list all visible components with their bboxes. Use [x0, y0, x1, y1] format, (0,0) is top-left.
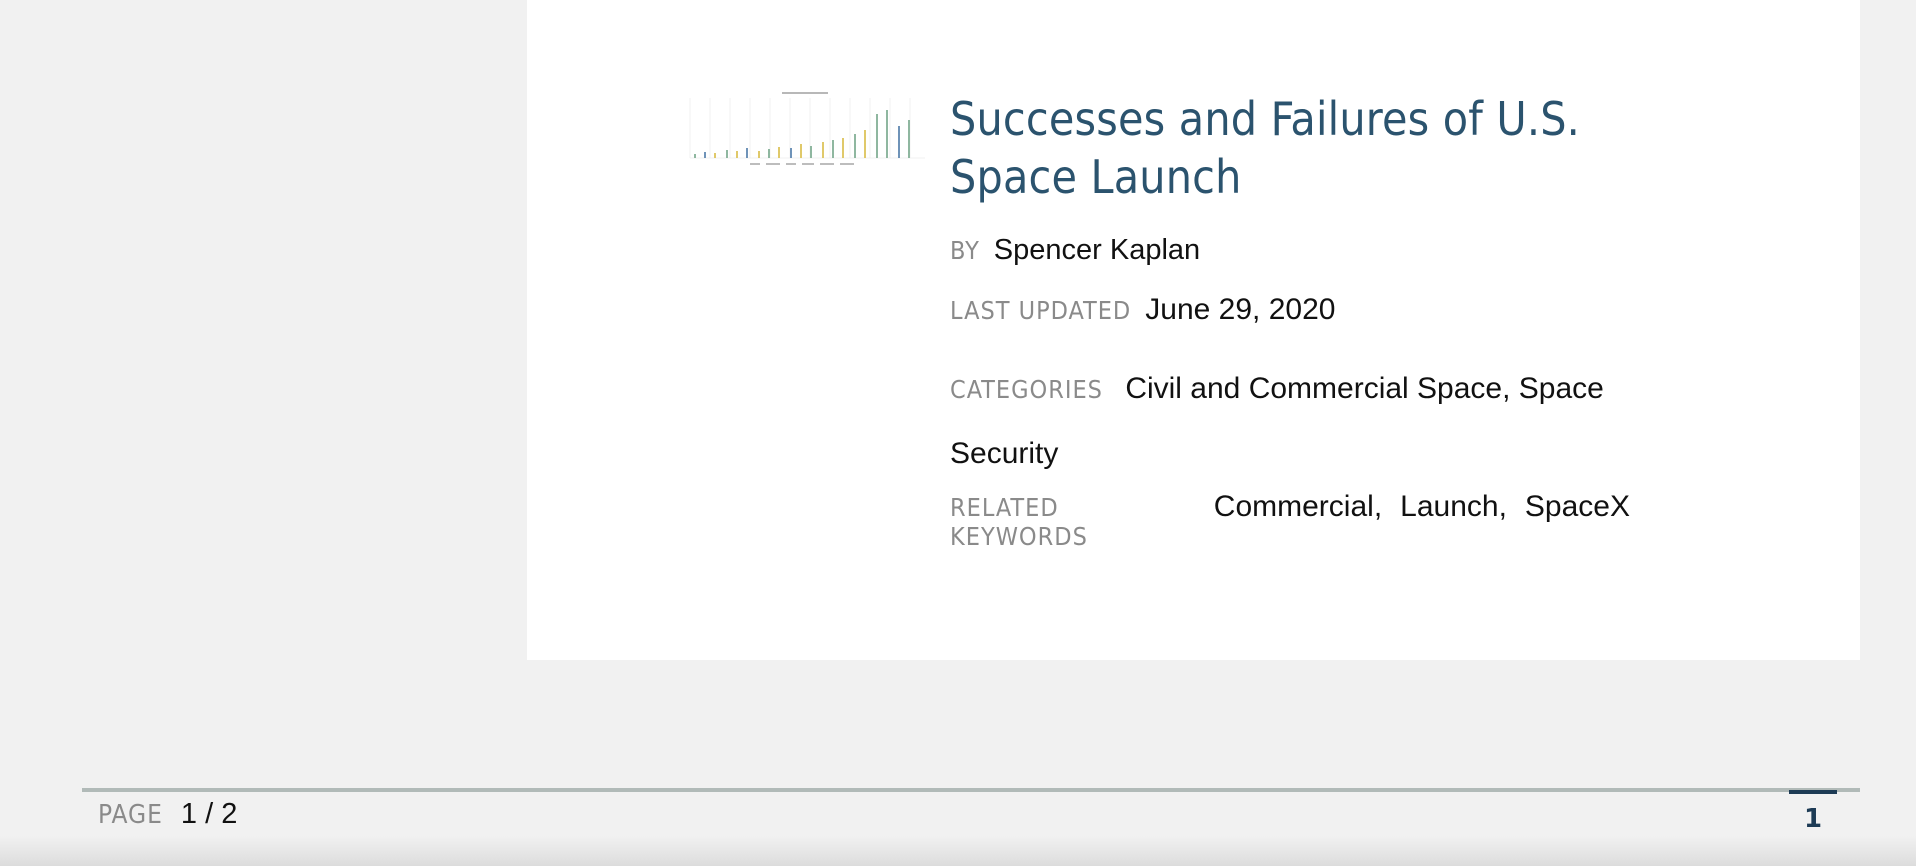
article-card: Successes and Failures of U.S. Space Lau…	[527, 0, 1860, 660]
chart-thumbnail[interactable]	[680, 90, 930, 170]
updated-date: June 29, 2020	[1145, 293, 1336, 326]
keyword-link[interactable]: SpaceX	[1525, 490, 1630, 524]
page-indicator: PAGE 1 / 2	[98, 798, 237, 831]
author-row: BY Spencer Kaplan	[950, 234, 1630, 267]
chart-thumbnail-image	[680, 90, 930, 170]
keywords-row: RELATED KEYWORDS Commercial, Launch, Spa…	[950, 490, 1630, 551]
article-title[interactable]: Successes and Failures of U.S. Space Lau…	[950, 90, 1630, 206]
author-name[interactable]: Spencer Kaplan	[994, 234, 1200, 267]
last-updated-label: LAST UPDATED	[950, 296, 1132, 325]
updated-row: LAST UPDATED June 29, 2020	[950, 293, 1630, 327]
categories-row: CATEGORIES Civil and Commercial Space, S…	[950, 357, 1630, 486]
categories-label: CATEGORIES	[950, 375, 1103, 404]
page-label: PAGE	[98, 800, 163, 830]
related-keywords-label: RELATED KEYWORDS	[950, 493, 1088, 551]
page-count: 1 / 2	[180, 798, 238, 830]
keyword-link[interactable]: Commercial,	[1214, 490, 1382, 524]
page-tab-number: 1	[1803, 804, 1823, 834]
article-info: Successes and Failures of U.S. Space Lau…	[950, 90, 1630, 551]
bottom-shadow	[0, 836, 1916, 866]
by-label: BY	[950, 236, 980, 265]
keyword-link[interactable]: Launch,	[1400, 490, 1507, 524]
page-tab-1[interactable]: 1	[1789, 790, 1837, 840]
footer-divider	[82, 788, 1860, 792]
